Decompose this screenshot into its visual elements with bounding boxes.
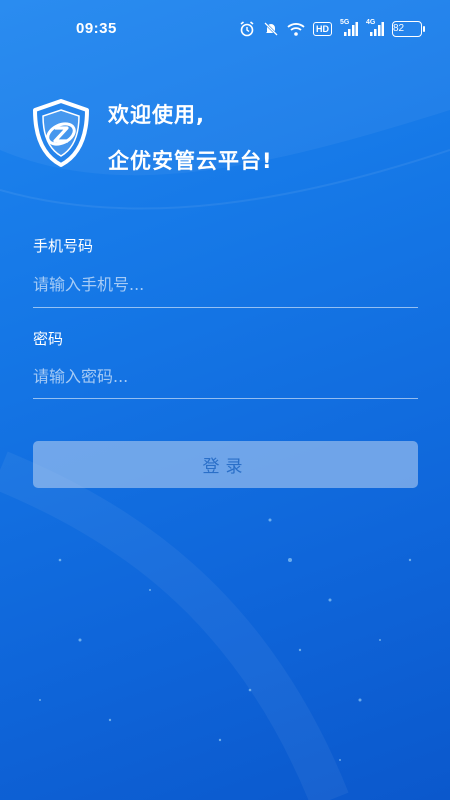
phone-input[interactable] <box>33 264 418 304</box>
wifi-icon <box>287 22 305 36</box>
hd-icon: HD <box>313 22 332 36</box>
battery-icon: 82 <box>392 21 425 37</box>
welcome-line-2: 企优安管云平台! <box>108 149 273 173</box>
password-underline <box>33 398 418 399</box>
phone-underline <box>33 307 418 308</box>
status-time: 09:35 <box>76 20 117 37</box>
status-icons: HD 5G 4G 82 <box>239 18 425 40</box>
alarm-icon <box>239 21 255 37</box>
welcome-heading: 欢迎使用, 企优安管云平台! <box>108 92 273 184</box>
phone-label: 手机号码 <box>33 237 94 255</box>
password-input[interactable] <box>33 356 418 396</box>
welcome-line-1: 欢迎使用, <box>108 103 205 127</box>
signal-4g-icon: 4G <box>366 19 384 37</box>
shield-logo-icon <box>33 99 89 167</box>
password-label: 密码 <box>33 330 64 348</box>
login-button[interactable]: 登录 <box>33 441 418 488</box>
signal-5g-icon: 5G <box>340 19 358 37</box>
status-bar: 09:35 HD 5G 4G 82 <box>0 0 450 58</box>
mute-icon <box>263 21 279 37</box>
